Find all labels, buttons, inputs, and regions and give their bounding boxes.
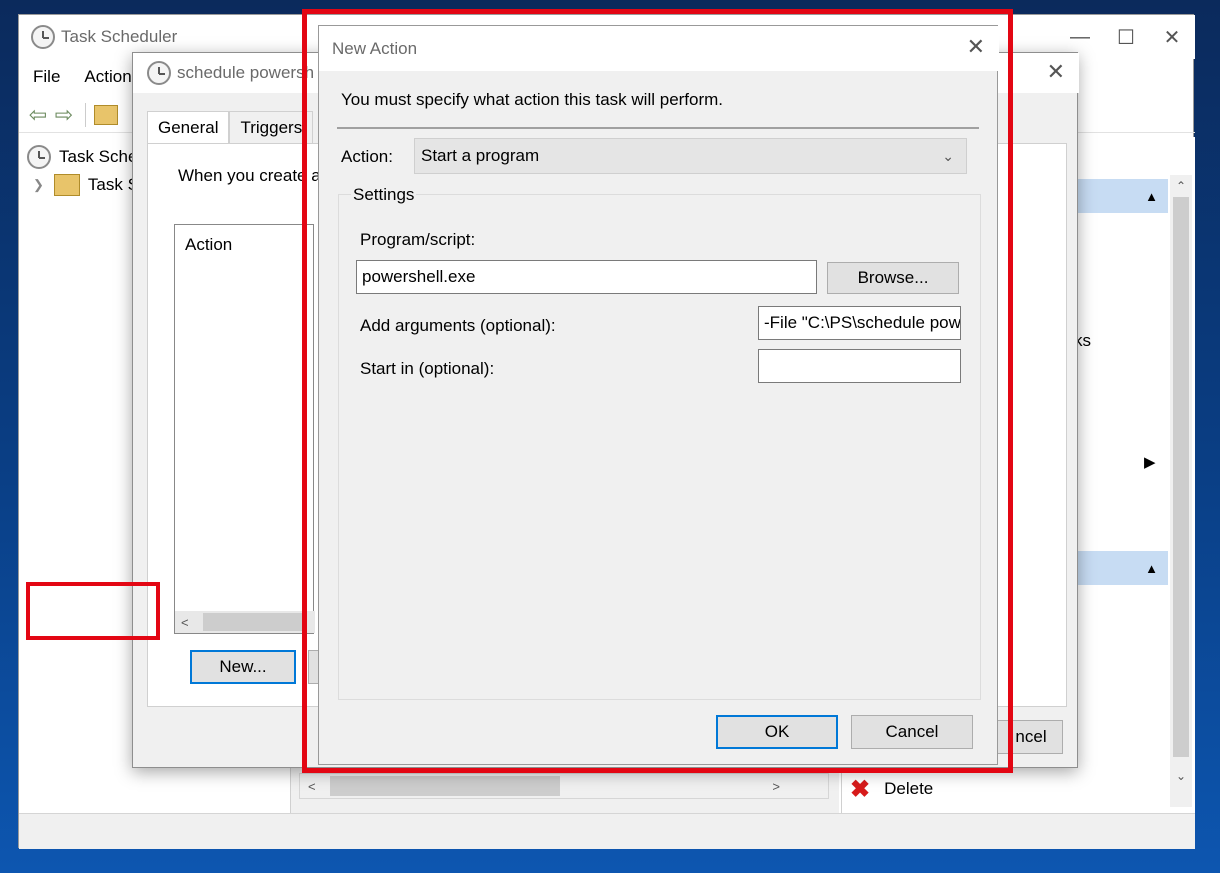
vertical-scrollbar[interactable]: ⌃ ⌄ [1170, 175, 1192, 807]
delete-x-icon: ✖ [850, 775, 871, 803]
forward-arrow-icon[interactable]: ⇨ [51, 102, 77, 127]
submenu-arrow-icon[interactable]: ▶ [1144, 453, 1156, 471]
arguments-label: Add arguments (optional): [360, 316, 556, 335]
tree-item-label: Task Sche [59, 147, 138, 166]
delete-label: Delete [884, 779, 934, 798]
status-bar [19, 813, 1195, 849]
tab-general[interactable]: General [147, 110, 230, 144]
scroll-left-icon[interactable]: < [181, 615, 189, 630]
folder-clock-icon [53, 174, 80, 196]
scroll-thumb[interactable] [329, 776, 560, 796]
horizontal-scrollbar[interactable]: < > [299, 773, 829, 799]
actions-list[interactable]: Action < [174, 224, 315, 634]
actions-description: When you create a [178, 166, 321, 185]
scroll-up-icon[interactable]: ⌃ [1170, 179, 1192, 193]
start-in-input[interactable] [758, 349, 961, 383]
scroll-right-icon[interactable]: > [772, 779, 780, 794]
action-label: Action: [341, 147, 393, 166]
start-in-label: Start in (optional): [360, 359, 495, 378]
task-tabs: General Triggers [147, 110, 314, 144]
delete-action[interactable]: ✖ Delete [850, 775, 933, 803]
program-script-input[interactable]: powershell.exe [356, 260, 817, 294]
tab-triggers[interactable]: Triggers [229, 110, 314, 144]
task-dialog-title: schedule powersh [177, 63, 315, 82]
new-action-title: New Action [332, 38, 418, 58]
clock-icon [147, 61, 171, 85]
folder-icon[interactable] [94, 104, 118, 125]
menu-file[interactable]: File [19, 67, 72, 87]
clock-icon [27, 145, 51, 169]
scroll-left-icon[interactable]: < [308, 779, 316, 794]
cancel-label-fragment: ncel [1015, 727, 1047, 746]
new-button-highlight [26, 582, 160, 640]
collapse-up-icon[interactable]: ▲ [1145, 189, 1158, 204]
chevron-right-icon[interactable]: ❯ [33, 177, 44, 193]
arguments-input[interactable]: -File "C:\PS\schedule pow [758, 306, 961, 340]
scroll-thumb[interactable] [1173, 197, 1189, 757]
ok-button[interactable]: OK [716, 715, 838, 749]
cancel-button[interactable]: Cancel [851, 715, 973, 749]
action-dropdown[interactable]: Start a program ⌄ [414, 138, 967, 174]
close-icon[interactable]: ✕ [1149, 15, 1195, 59]
scroll-down-icon[interactable]: ⌄ [1170, 769, 1192, 783]
instruction-text: You must specify what action this task w… [341, 90, 724, 109]
settings-label: Settings [351, 185, 417, 205]
main-window-title: Task Scheduler [61, 27, 178, 46]
program-script-label: Program/script: [360, 230, 476, 249]
new-action-title-bar: New Action ✕ [319, 26, 999, 71]
new-action-dialog: New Action ✕ You must specify what actio… [318, 25, 999, 765]
back-arrow-icon[interactable]: ⇦ [25, 102, 51, 127]
chevron-down-icon[interactable]: ⌄ [942, 148, 954, 165]
separator [337, 127, 979, 129]
new-action-button[interactable]: New... [190, 650, 296, 684]
list-horizontal-scrollbar[interactable]: < [175, 611, 315, 633]
clock-icon [31, 25, 55, 49]
toolbar-divider [85, 102, 86, 127]
collapse-up-icon[interactable]: ▲ [1145, 561, 1158, 576]
maximize-icon[interactable]: ☐ [1103, 15, 1149, 59]
list-column-header[interactable]: Action [175, 225, 313, 265]
close-icon[interactable]: ✕ [1047, 59, 1065, 85]
close-icon[interactable]: ✕ [967, 34, 985, 60]
browse-button[interactable]: Browse... [827, 262, 959, 294]
scroll-thumb[interactable] [202, 613, 303, 631]
action-dropdown-value: Start a program [421, 146, 540, 165]
